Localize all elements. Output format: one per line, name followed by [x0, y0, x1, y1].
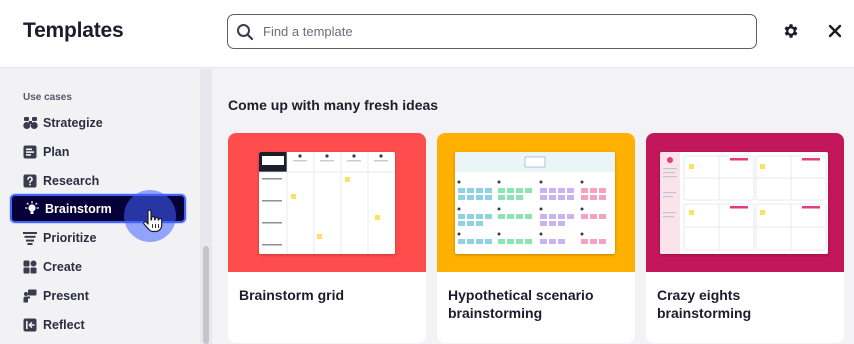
sidebar-item-strategize[interactable]: Strategize — [10, 108, 186, 137]
lightbulb-icon — [24, 200, 40, 217]
template-card-title: Brainstorm grid — [239, 287, 345, 303]
sidebar-item-brainstorm[interactable]: Brainstorm — [10, 194, 186, 223]
list-icon — [22, 144, 38, 160]
template-card-crazy-eights[interactable]: Crazy eights brainstorming — [646, 133, 844, 343]
template-thumbnail — [437, 133, 635, 272]
search-box[interactable] — [227, 14, 757, 49]
gear-icon — [784, 24, 798, 38]
presenter-icon — [22, 288, 38, 304]
header: Templates — [0, 0, 854, 68]
settings-button[interactable] — [781, 21, 801, 41]
template-card-title: Crazy eights brainstorming — [657, 287, 752, 321]
binoculars-icon — [22, 115, 38, 131]
close-button[interactable] — [825, 21, 845, 41]
shapes-icon — [22, 259, 38, 275]
close-icon — [828, 24, 842, 38]
reflect-icon — [22, 317, 38, 333]
sidebar-item-label: Reflect — [43, 317, 85, 332]
template-thumbnail — [646, 133, 844, 272]
sidebar-item-label: Create — [43, 259, 82, 274]
sidebar: Use cases Strategize Plan Research Brain… — [0, 69, 212, 344]
sidebar-item-label: Present — [43, 288, 89, 303]
search-icon — [237, 24, 254, 41]
template-gallery: Come up with many fresh ideas Brainstorm… — [212, 69, 854, 344]
question-icon — [22, 173, 38, 189]
sidebar-item-plan[interactable]: Plan — [10, 137, 186, 166]
template-preview — [660, 152, 828, 254]
template-card-title: Hypothetical scenario brainstorming — [448, 287, 594, 321]
template-card-hypothetical-scenario[interactable]: Hypothetical scenario brainstorming — [437, 133, 635, 343]
sidebar-item-reflect[interactable]: Reflect — [10, 310, 186, 339]
sidebar-item-present[interactable]: Present — [10, 281, 186, 310]
sidebar-scrollbar-thumb[interactable] — [203, 246, 209, 344]
page-title: Templates — [23, 19, 124, 42]
sidebar-item-label: Brainstorm — [45, 201, 112, 216]
sidebar-item-prioritize[interactable]: Prioritize — [10, 223, 186, 252]
sidebar-item-create[interactable]: Create — [10, 252, 186, 281]
template-card-brainstorm-grid[interactable]: Brainstorm grid — [228, 133, 426, 343]
sidebar-item-label: Plan — [43, 144, 70, 159]
sidebar-item-label: Research — [43, 173, 100, 188]
template-thumbnail — [228, 133, 426, 272]
sidebar-item-label: Prioritize — [43, 230, 97, 245]
priority-bars-icon — [22, 230, 38, 246]
sidebar-item-research[interactable]: Research — [10, 166, 186, 195]
section-label: Use cases — [23, 92, 72, 103]
template-preview — [259, 152, 395, 254]
search-input[interactable] — [263, 21, 743, 42]
template-preview — [455, 152, 615, 254]
sidebar-item-label: Strategize — [43, 115, 103, 130]
section-heading: Come up with many fresh ideas — [228, 97, 439, 113]
